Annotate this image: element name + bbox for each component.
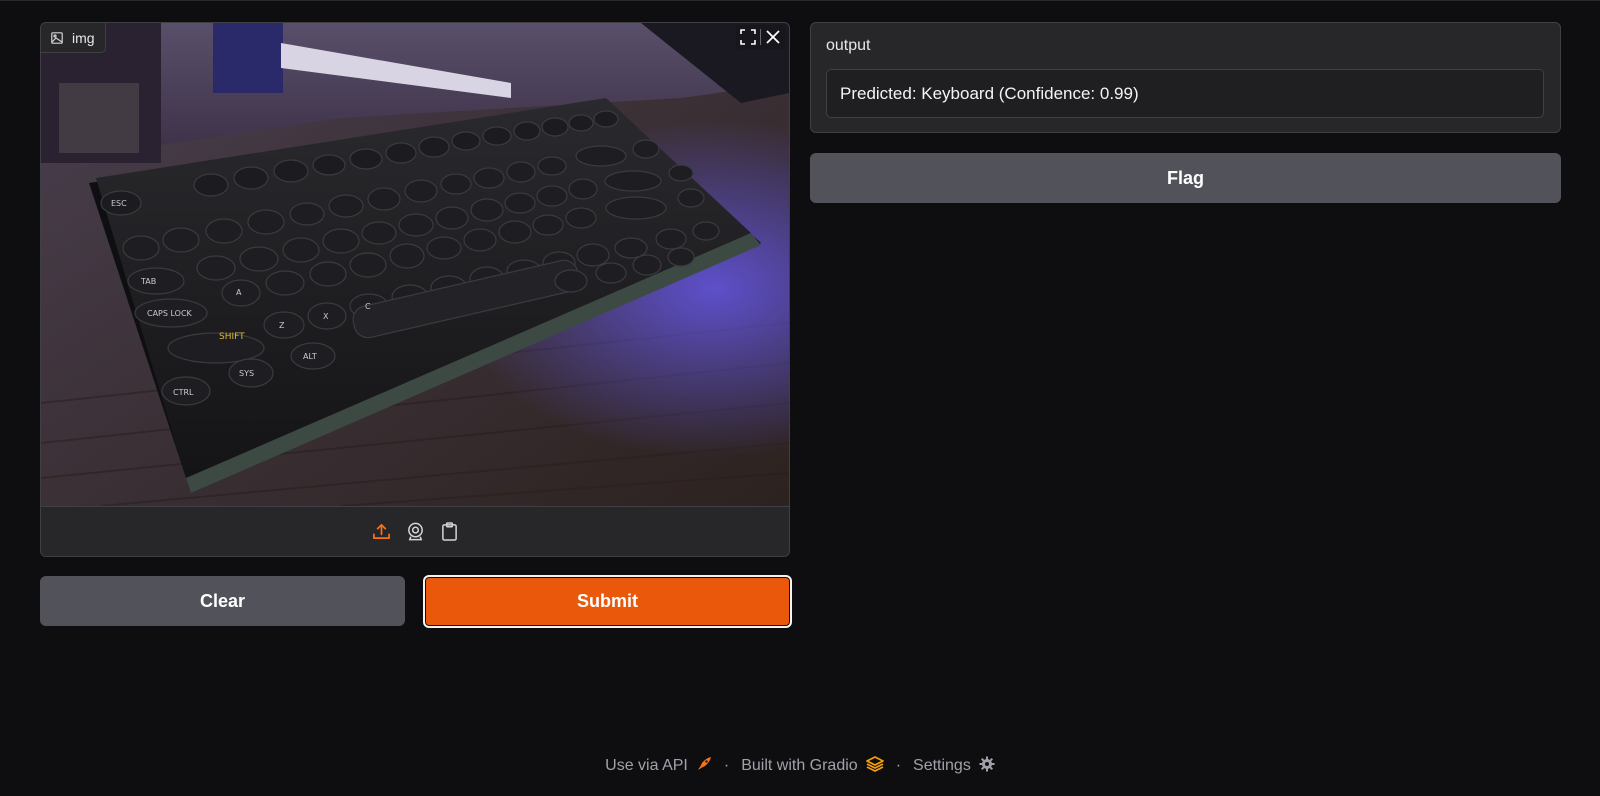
- image-label-text: img: [72, 29, 95, 46]
- svg-text:SYS: SYS: [239, 369, 254, 378]
- settings-link[interactable]: Settings: [913, 756, 995, 777]
- settings-label: Settings: [913, 757, 971, 774]
- svg-text:A: A: [236, 288, 242, 297]
- upload-icon[interactable]: [371, 522, 391, 542]
- built-with-gradio-label: Built with Gradio: [741, 757, 858, 774]
- image-icon: [51, 31, 63, 44]
- svg-text:TAB: TAB: [140, 277, 156, 286]
- gradio-logo-icon: [865, 755, 884, 777]
- built-with-gradio-link[interactable]: Built with Gradio: [741, 755, 884, 777]
- svg-text:CAPS LOCK: CAPS LOCK: [147, 309, 193, 318]
- image-preview: ESC TAB CAPS LOCK CTRL SYS ALT A Z X C S…: [41, 23, 789, 506]
- output-value: Predicted: Keyboard (Confidence: 0.99): [840, 83, 1139, 103]
- image-input-panel: ESC TAB CAPS LOCK CTRL SYS ALT A Z X C S…: [40, 22, 790, 557]
- corner-divider: [760, 29, 761, 45]
- flag-button[interactable]: Flag: [810, 153, 1561, 203]
- svg-text:ESC: ESC: [111, 199, 127, 208]
- image-corner-controls: [736, 25, 785, 49]
- use-via-api-link[interactable]: Use via API: [605, 756, 712, 777]
- image-source-bar: [41, 506, 789, 556]
- keyboard-photo: ESC TAB CAPS LOCK CTRL SYS ALT A Z X C S…: [41, 23, 789, 506]
- rocket-icon: [696, 756, 712, 777]
- fullscreen-icon[interactable]: [736, 25, 760, 49]
- submit-button[interactable]: Submit: [423, 575, 792, 628]
- svg-text:CTRL: CTRL: [173, 388, 194, 397]
- output-label: output: [826, 37, 871, 54]
- clear-button[interactable]: Clear: [40, 576, 405, 626]
- footer-separator: ·: [723, 757, 730, 774]
- svg-text:X: X: [323, 312, 329, 321]
- svg-text:SHIFT: SHIFT: [219, 332, 245, 342]
- output-textbox[interactable]: Predicted: Keyboard (Confidence: 0.99): [826, 69, 1544, 118]
- footer: Use via API · Built with Gradio · Settin…: [0, 753, 1600, 779]
- image-label: img: [41, 23, 106, 53]
- footer-separator: ·: [895, 757, 902, 774]
- svg-text:Z: Z: [279, 321, 285, 330]
- use-via-api-label: Use via API: [605, 757, 688, 774]
- svg-text:C: C: [365, 302, 371, 311]
- output-panel: output Predicted: Keyboard (Confidence: …: [810, 22, 1561, 133]
- close-icon[interactable]: [761, 25, 785, 49]
- webcam-icon[interactable]: [405, 522, 425, 542]
- gear-icon: [979, 756, 995, 777]
- clipboard-icon[interactable]: [439, 522, 459, 542]
- svg-text:ALT: ALT: [303, 352, 317, 361]
